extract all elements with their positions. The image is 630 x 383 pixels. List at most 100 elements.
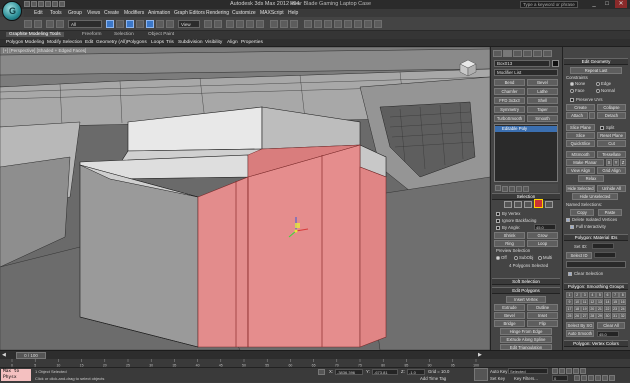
play-icon[interactable] bbox=[566, 368, 572, 374]
go-to-start-icon[interactable] bbox=[552, 368, 558, 374]
smoothing-group-button[interactable]: 31 bbox=[611, 313, 619, 319]
auto-smooth-field[interactable]: 45.0 bbox=[597, 331, 619, 337]
configure-sets-icon[interactable] bbox=[523, 186, 529, 192]
create-button[interactable]: Create bbox=[566, 104, 595, 111]
object-name-field[interactable]: Box013 bbox=[494, 60, 550, 67]
cut-button[interactable]: Cut bbox=[597, 140, 626, 147]
slice-plane-button[interactable]: Slice Plane bbox=[566, 124, 595, 131]
smoothing-groups-rollout-header[interactable]: Polygon: Smoothing Groups bbox=[564, 283, 628, 290]
grid-align-button[interactable]: Grid Align bbox=[597, 167, 626, 174]
paste-button[interactable]: Paste bbox=[598, 209, 622, 216]
zoom-extents-icon[interactable] bbox=[588, 375, 594, 381]
prev-key-icon[interactable] bbox=[559, 368, 565, 374]
modify-tab-icon[interactable] bbox=[503, 50, 512, 57]
panel-visibility[interactable]: Visibility bbox=[205, 40, 222, 45]
remove-modifier-icon[interactable] bbox=[516, 186, 522, 192]
hide-unselected-button[interactable]: Hide Unselected bbox=[572, 193, 618, 200]
make-planar-button[interactable]: Make Planar bbox=[566, 159, 604, 166]
shrink-button[interactable]: Shrink bbox=[494, 232, 525, 239]
smoothing-group-button[interactable]: 28 bbox=[588, 313, 596, 319]
select-by-name-icon[interactable] bbox=[116, 20, 124, 28]
modifier-smooth-button[interactable]: Smooth bbox=[527, 115, 558, 122]
next-frame-icon[interactable]: ▶ bbox=[478, 352, 486, 359]
time-slider[interactable]: 0 / 100 ◀ ▶ bbox=[0, 350, 630, 359]
menu-modifiers[interactable]: Modifiers bbox=[124, 10, 144, 16]
bridge-button[interactable]: Bridge bbox=[494, 320, 525, 327]
panel-subdivision[interactable]: Subdivision bbox=[178, 40, 203, 45]
x-coordinate-field[interactable]: -3836.396 bbox=[335, 369, 363, 375]
manipulate-icon[interactable] bbox=[214, 20, 222, 28]
smoothing-group-button[interactable]: 6 bbox=[604, 292, 611, 298]
constraint-face-radio[interactable]: Face bbox=[570, 88, 585, 93]
select-by-sg-button[interactable]: Select By SG bbox=[566, 322, 594, 329]
open-file-icon[interactable] bbox=[31, 1, 37, 7]
display-tab-icon[interactable] bbox=[533, 50, 542, 57]
hold-icon[interactable] bbox=[59, 1, 65, 7]
delete-isolated-option[interactable]: Delete Isolated Vertices bbox=[566, 217, 617, 222]
tab-graphite-modeling-tools[interactable]: Graphite Modeling Tools bbox=[6, 32, 64, 37]
preserve-uvs-option[interactable]: Preserve UVs bbox=[570, 97, 603, 102]
modifier-list-select[interactable]: Modifier List bbox=[494, 69, 558, 76]
named-selection-icon[interactable] bbox=[270, 20, 278, 28]
menu-maxscript[interactable]: MAXScript bbox=[260, 10, 284, 16]
grow-button[interactable]: Grow bbox=[527, 232, 558, 239]
attach-settings-icon[interactable] bbox=[589, 112, 595, 119]
minimize-button[interactable]: _ bbox=[588, 0, 600, 8]
modifier-ffd-button[interactable]: FFD 3x3x3 bbox=[494, 97, 525, 104]
maxscript-listener[interactable]: Max to Physx bbox=[1, 369, 31, 381]
maximize-button[interactable]: □ bbox=[601, 0, 613, 8]
menu-help[interactable]: Help bbox=[288, 10, 298, 16]
smoothing-group-button[interactable]: 24 bbox=[619, 306, 627, 312]
select-id-field[interactable] bbox=[594, 252, 616, 258]
panel-geometry-all[interactable]: Geometry (All) bbox=[96, 40, 127, 45]
smoothing-group-button[interactable]: 11 bbox=[581, 299, 589, 305]
attach-button[interactable]: Attach bbox=[566, 112, 588, 119]
quickslice-button[interactable]: QuickSlice bbox=[566, 140, 595, 147]
soft-selection-rollout-header[interactable]: Soft Selection bbox=[492, 278, 560, 285]
graphite-toggle-icon[interactable] bbox=[314, 20, 322, 28]
preview-subobj-radio[interactable]: SubObj bbox=[514, 255, 533, 260]
panel-edit[interactable]: Edit bbox=[85, 40, 93, 45]
smoothing-group-button[interactable]: 29 bbox=[596, 313, 604, 319]
utilities-tab-icon[interactable] bbox=[543, 50, 552, 57]
go-to-end-icon[interactable] bbox=[580, 368, 586, 374]
auto-smooth-button[interactable]: Auto Smooth bbox=[566, 330, 594, 337]
panel-tris[interactable]: Tris bbox=[166, 40, 174, 45]
smoothing-group-button[interactable]: 1 bbox=[566, 292, 573, 298]
smoothing-group-button[interactable]: 18 bbox=[573, 306, 581, 312]
planar-y-button[interactable]: Y bbox=[613, 159, 619, 166]
edit-geometry-rollout-header[interactable]: Edit Geometry bbox=[564, 58, 628, 65]
reference-coordinate-select[interactable]: View bbox=[178, 20, 200, 28]
menu-rendering[interactable]: Rendering bbox=[206, 10, 229, 16]
smoothing-group-button[interactable]: 23 bbox=[611, 306, 619, 312]
set-id-field[interactable] bbox=[592, 243, 614, 249]
modifier-symmetry-button[interactable]: Symmetry bbox=[494, 106, 525, 113]
z-coordinate-field[interactable]: -1.0 bbox=[407, 369, 425, 375]
move-gizmo[interactable] bbox=[286, 215, 310, 241]
unlink-icon[interactable] bbox=[56, 20, 64, 28]
unhide-all-button[interactable]: Unhide All bbox=[597, 185, 626, 192]
viewcube-icon[interactable] bbox=[458, 58, 478, 78]
set-key-icon[interactable] bbox=[474, 368, 488, 381]
key-mode-select[interactable]: Selected bbox=[508, 368, 548, 374]
smoothing-group-button[interactable]: 13 bbox=[596, 299, 604, 305]
tessellate-button[interactable]: Tessellate bbox=[597, 151, 626, 158]
menu-animation[interactable]: Animation bbox=[148, 10, 170, 16]
percent-snap-icon[interactable] bbox=[246, 20, 254, 28]
smoothing-group-button[interactable]: 14 bbox=[604, 299, 611, 305]
smoothing-group-button[interactable]: 7 bbox=[611, 292, 619, 298]
select-id-button[interactable]: Select ID bbox=[566, 252, 592, 259]
move-icon[interactable] bbox=[146, 20, 154, 28]
menu-create[interactable]: Create bbox=[104, 10, 119, 16]
stack-item-editable-poly[interactable]: Editable Poly bbox=[495, 126, 557, 132]
planar-z-button[interactable]: Z bbox=[620, 159, 626, 166]
snap-icon[interactable] bbox=[226, 20, 234, 28]
modifier-shell-button[interactable]: Shell bbox=[527, 97, 558, 104]
modifier-taper-button[interactable]: Taper bbox=[527, 106, 558, 113]
track-bar[interactable]: 0 5 10 15 20 25 30 35 40 45 50 55 60 65 70 75 80 85 90 95 10… bbox=[0, 359, 630, 367]
constraint-none-radio[interactable]: None bbox=[570, 81, 585, 86]
pan-icon[interactable] bbox=[602, 375, 608, 381]
modifier-chamfer-button[interactable]: Chamfer bbox=[494, 88, 525, 95]
vertex-mode-icon[interactable] bbox=[504, 201, 512, 208]
curve-editor-icon[interactable] bbox=[324, 20, 332, 28]
